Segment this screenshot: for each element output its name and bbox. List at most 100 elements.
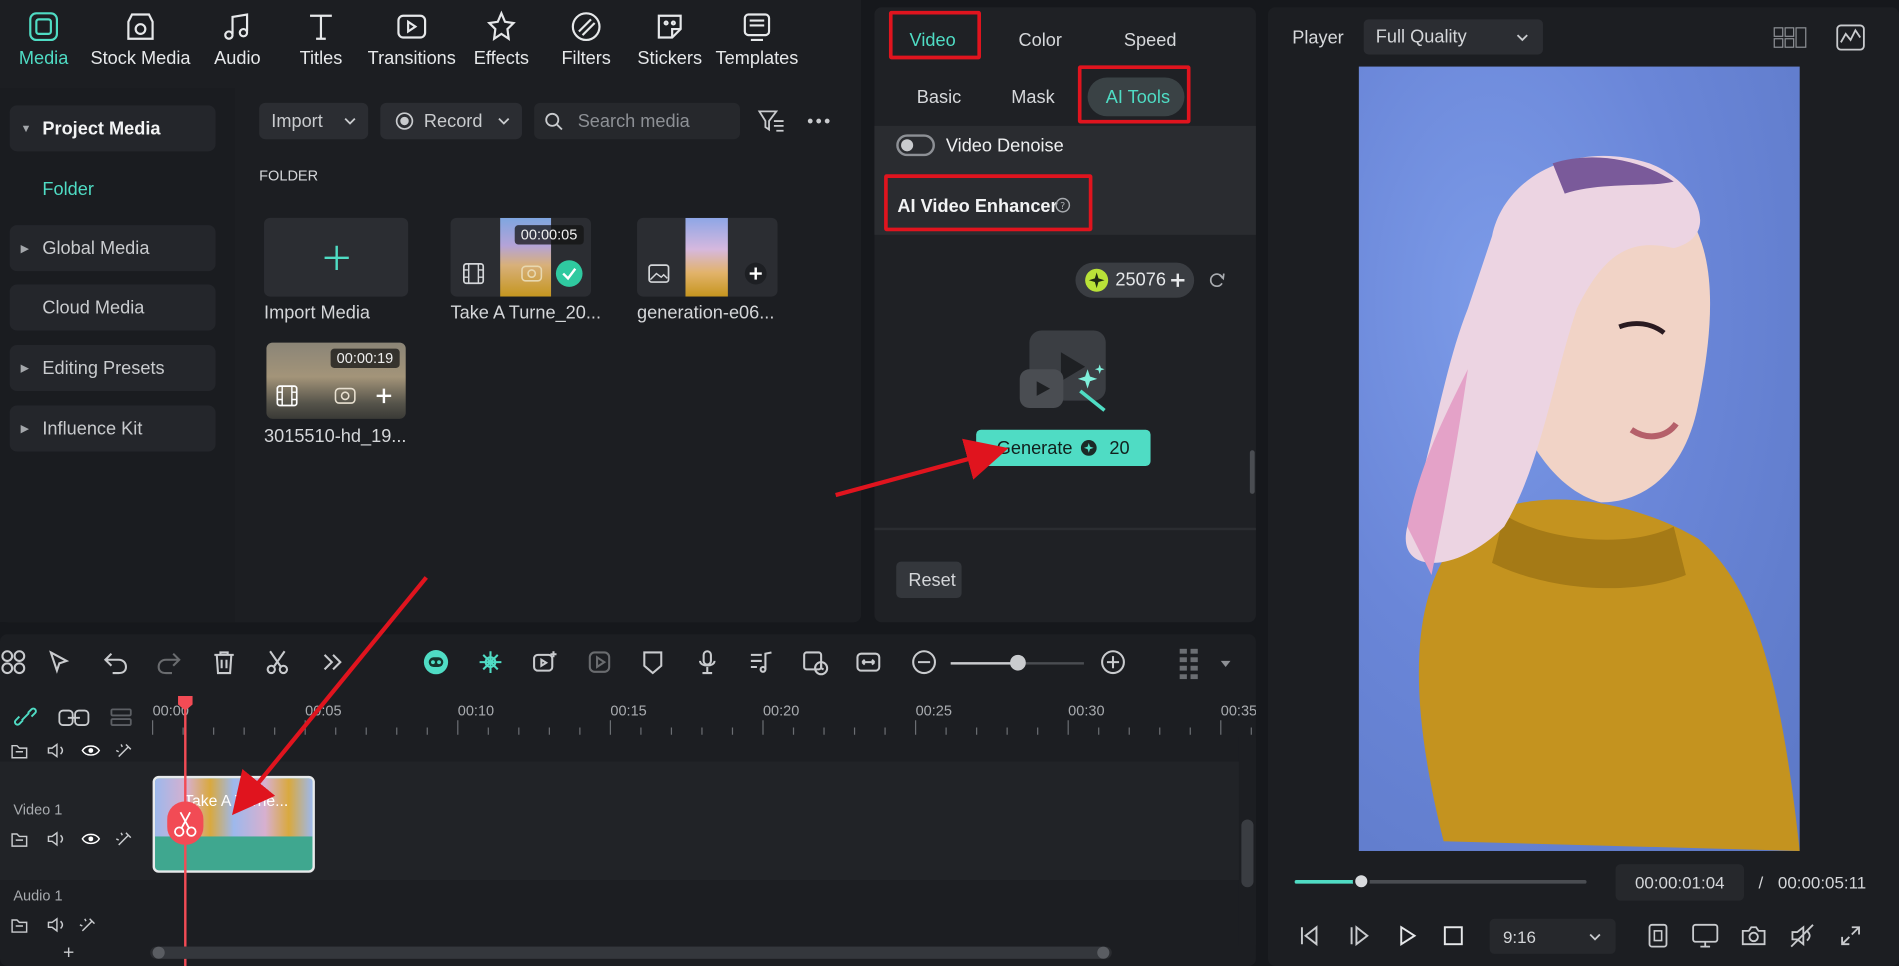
video-preview[interactable]: [1358, 66, 1800, 851]
credits-badge[interactable]: 25076: [1075, 262, 1195, 298]
timeline-hscroll-thumb[interactable]: [155, 946, 1107, 959]
media-item-take-a-turne[interactable]: 00:00:05: [450, 217, 592, 297]
fullscreen-icon[interactable]: [1840, 925, 1862, 947]
tab-speed[interactable]: Speed: [1124, 30, 1177, 51]
sidebar-item-folder[interactable]: Folder: [42, 179, 94, 200]
snapshot-camera-icon[interactable]: [1740, 924, 1767, 948]
zoom-slider-handle[interactable]: [1010, 654, 1026, 671]
next-frame-icon[interactable]: [1347, 924, 1371, 948]
audio-mix-button[interactable]: [747, 649, 774, 676]
snap-button[interactable]: [477, 649, 504, 676]
fit-button[interactable]: [855, 649, 882, 676]
tab-titles[interactable]: Titles: [293, 10, 349, 83]
import-button[interactable]: Import: [259, 102, 369, 140]
import-media-card[interactable]: [264, 217, 409, 297]
split-marker-icon[interactable]: [167, 801, 204, 845]
voiceover-button[interactable]: [694, 649, 721, 676]
tab-templates[interactable]: Templates: [715, 10, 800, 83]
group-link-icon[interactable]: [58, 707, 90, 729]
stop-icon[interactable]: [1442, 925, 1464, 947]
ruler-label: 00:35: [1221, 703, 1256, 719]
add-icon[interactable]: [373, 385, 395, 407]
property-scrollbar[interactable]: [1249, 450, 1255, 494]
templates-icon: [743, 13, 771, 42]
record-button[interactable]: Record: [380, 102, 522, 140]
chevron-down-icon: [1589, 933, 1601, 941]
timeline-vscroll-track[interactable]: [1238, 737, 1256, 946]
video-denoise-toggle[interactable]: [896, 134, 935, 157]
more-tools-button[interactable]: [319, 649, 346, 676]
track-controls-video-1: [11, 831, 132, 847]
app-window: Media Stock Media Audio Titles Transitio…: [0, 0, 1899, 966]
more-icon[interactable]: [807, 117, 831, 124]
stickers-icon: [657, 14, 682, 39]
generate-button[interactable]: Generate 20: [976, 429, 1151, 467]
tab-effects[interactable]: Effects: [470, 10, 533, 83]
marker-button[interactable]: [639, 649, 666, 676]
tab-transitions[interactable]: Transitions: [363, 10, 460, 83]
subtab-mask[interactable]: Mask: [1011, 87, 1054, 108]
grid-view-icon[interactable]: [1773, 25, 1807, 49]
aspect-ratio-select[interactable]: 9:16: [1489, 918, 1616, 954]
subtab-basic[interactable]: Basic: [917, 87, 961, 108]
effects-icon: [486, 10, 516, 41]
playback-progress-track[interactable]: [1294, 872, 1587, 890]
tab-stock-media[interactable]: Stock Media: [87, 10, 194, 83]
tab-audio[interactable]: Audio: [208, 10, 266, 83]
stabilize-button[interactable]: [586, 649, 613, 676]
ai-video-enhancer-icon: [1019, 330, 1106, 412]
delete-button[interactable]: [211, 649, 238, 676]
current-time-display[interactable]: 00:00:01:04: [1615, 864, 1744, 901]
timeline-ruler[interactable]: 00:00 00:05 00:10 00:15 00:20 00:25 00:30 00:35: [145, 696, 1256, 737]
search-input[interactable]: Search media: [534, 102, 740, 140]
double-chevron-right-icon: [323, 654, 342, 671]
link-icon[interactable]: [12, 706, 39, 728]
caret-down-icon[interactable]: [1220, 660, 1232, 670]
undo-button[interactable]: [102, 649, 129, 676]
refresh-icon[interactable]: [1207, 271, 1225, 289]
play-icon[interactable]: [1395, 924, 1419, 948]
quality-select[interactable]: Full Quality: [1363, 19, 1543, 55]
zoom-slider-track[interactable]: [950, 654, 1084, 671]
media-item-generation[interactable]: [637, 217, 778, 297]
previous-frame-icon[interactable]: [1297, 924, 1321, 948]
split-button[interactable]: [264, 649, 291, 676]
sidebar-item-cloud-media[interactable]: Cloud Media: [9, 284, 216, 331]
sidebar-item-project-media[interactable]: ▼ Project Media: [9, 105, 216, 152]
volume-mute-icon[interactable]: [1789, 922, 1816, 949]
ai-enhance-badge-icon: [521, 265, 543, 282]
auto-reframe-button[interactable]: [802, 649, 829, 676]
ai-video-button[interactable]: [532, 649, 559, 676]
sidebar-item-global-media[interactable]: ▶ Global Media: [9, 225, 216, 272]
timeline-settings-icon[interactable]: [1179, 646, 1199, 680]
crop-preview-icon[interactable]: [1647, 922, 1669, 949]
ai-copilot-button[interactable]: [423, 649, 450, 676]
duration-badge: 00:00:05: [514, 225, 584, 245]
hscroll-handle-left[interactable]: [152, 946, 165, 959]
zoom-out-button[interactable]: [911, 649, 938, 676]
sidebar-item-editing-presets[interactable]: ▶ Editing Presets: [9, 344, 216, 391]
select-tool-button[interactable]: [46, 649, 73, 676]
media-item-3015510[interactable]: 00:00:19: [266, 342, 406, 419]
waveform-monitor-icon[interactable]: [1836, 24, 1865, 51]
tab-media[interactable]: Media: [15, 10, 73, 83]
reset-button[interactable]: Reset: [896, 561, 962, 598]
tab-color[interactable]: Color: [1019, 30, 1062, 51]
add-icon[interactable]: [744, 261, 768, 285]
tab-stickers[interactable]: Stickers: [632, 10, 707, 83]
layout-toggle-button[interactable]: [0, 649, 27, 676]
track-label-video-1: Video 1: [13, 801, 63, 819]
tab-filters[interactable]: Filters: [557, 10, 615, 83]
zoom-in-button[interactable]: [1100, 649, 1127, 676]
add-track-button[interactable]: +: [63, 943, 74, 965]
timeline-hscroll[interactable]: [150, 946, 1112, 959]
display-output-icon[interactable]: [1691, 922, 1720, 949]
redo-button[interactable]: [156, 649, 183, 676]
stabilize-icon: [588, 651, 611, 673]
filter-sort-icon[interactable]: [757, 109, 786, 133]
timeline-vscroll-thumb[interactable]: [1241, 819, 1254, 888]
playhead-handle[interactable]: [177, 695, 194, 712]
track-layout-icon[interactable]: [109, 707, 133, 729]
sidebar-item-influence-kit[interactable]: ▶ Influence Kit: [9, 405, 216, 452]
hscroll-handle-right[interactable]: [1097, 946, 1110, 959]
